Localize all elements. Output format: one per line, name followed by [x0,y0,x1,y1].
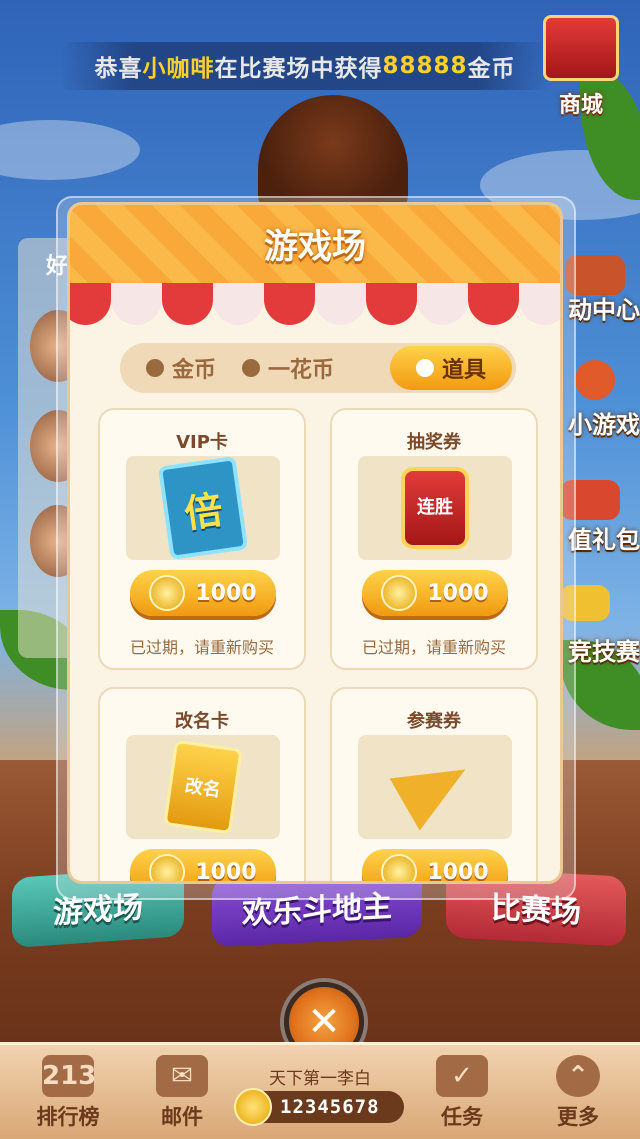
item-name: 抽奖券 [407,432,461,453]
spade-icon [146,359,164,377]
broadcast-banner: 恭喜 小咖啡 在比赛场中获得 88888 金币 [60,42,550,90]
item-name: 参赛券 [407,711,461,732]
rename-card-icon: 改名 [163,739,243,835]
nav-mail[interactable]: ✉ 邮件 [142,1055,222,1131]
tab-bar: 金币 一花币 道具 [120,343,516,393]
buy-button[interactable]: 1000 [130,570,276,616]
item-name: 改名卡 [175,711,229,732]
close-icon: ✕ [307,999,341,1045]
banner-player-name: 小咖啡 [142,56,215,82]
tab-items[interactable]: 道具 [389,346,512,390]
banner-suffix: 金币 [467,56,516,82]
spade-icon [415,359,434,377]
coin-icon [234,1088,272,1126]
shop-label: 商城 [558,93,603,118]
banner-prefix: 恭喜 [94,56,143,82]
horn-icon [389,743,481,831]
player-name: 天下第一李白 [269,1069,371,1089]
dialog-title: 游戏场 [264,227,366,267]
vip-card-icon: 倍 [157,456,249,560]
item-card-lottery[interactable]: 抽奖券 连胜 1000 已过期，请重新购买 [330,408,538,670]
nav-label: 邮件 [161,1105,203,1129]
nav-leaderboard[interactable]: 213 排行榜 [28,1055,108,1131]
item-image: 改名 [126,735,280,839]
item-image: 连胜 [358,456,512,560]
price-value: 1000 [427,580,489,606]
tab-label: 道具 [441,358,486,383]
coin-balance[interactable]: 12345678 [234,1088,404,1126]
shopping-cart-icon [543,15,619,81]
chevron-up-icon: ⌃ [556,1055,600,1097]
buy-button[interactable]: 1000 [130,849,276,881]
nav-label: 更多 [557,1105,599,1129]
coin-icon [381,854,418,881]
item-card-vip[interactable]: VIP卡 倍 1000 已过期，请重新购买 [98,408,306,670]
calendar-check-icon: ✓ [436,1055,488,1097]
price-value: 1000 [195,580,257,606]
item-status: 已过期，请重新购买 [361,638,506,657]
banner-amount: 88888 [382,53,468,79]
item-card-entry-ticket[interactable]: 参赛券 1000 [330,687,538,881]
lottery-ticket-icon: 连胜 [401,467,469,549]
tab-gold[interactable]: 金币 [146,352,216,384]
tab-label: 金币 [172,358,217,383]
item-name: VIP卡 [176,432,228,453]
nav-tasks[interactable]: ✓ 任务 [422,1055,502,1131]
item-image [358,735,512,839]
awning-decoration [70,283,560,325]
price-value: 1000 [195,859,257,882]
tab-label: 一花币 [268,358,335,383]
envelope-icon: ✉ [156,1055,208,1097]
item-image: 倍 [126,456,280,560]
buy-button[interactable]: 1000 [362,849,508,881]
coin-icon [149,575,186,611]
nav-label: 任务 [441,1105,483,1129]
nav-label: 排行榜 [36,1105,100,1129]
shop-button[interactable]: 商城 [540,15,622,127]
tab-flower-coin[interactable]: 一花币 [242,352,334,384]
banner-middle: 在比赛场中获得 [214,56,383,82]
podium-icon: 213 [42,1055,96,1097]
minigame-icon [575,360,615,400]
coin-icon [149,854,186,881]
coin-icon [381,575,418,611]
buy-button[interactable]: 1000 [362,570,508,616]
price-value: 1000 [427,859,489,882]
nav-more[interactable]: ⌃ 更多 [538,1055,618,1131]
coin-amount: 12345678 [280,1096,380,1118]
spade-icon [242,359,261,377]
game-room-dialog: 游戏场 金币 一花币 道具 VIP卡 倍 1000 已过期，请重新购买 抽奖券 [70,205,560,881]
item-card-rename[interactable]: 改名卡 改名 1000 [98,687,306,881]
item-status: 已过期，请重新购买 [129,638,274,657]
